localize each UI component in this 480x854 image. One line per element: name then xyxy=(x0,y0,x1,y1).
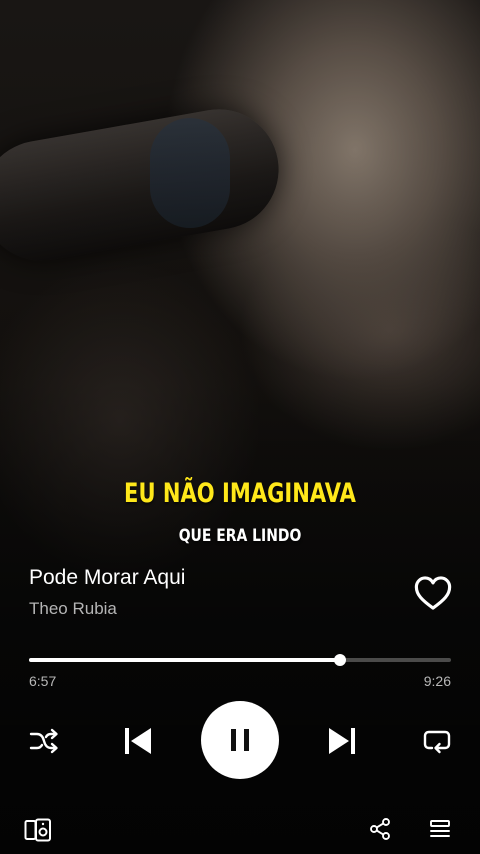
pause-icon xyxy=(231,729,249,751)
shuffle-button[interactable] xyxy=(24,721,64,761)
like-button[interactable] xyxy=(412,572,454,614)
time-total: 9:26 xyxy=(423,673,451,689)
connect-device-icon xyxy=(24,818,51,842)
lyric-next-line: QUE ERA LINDO xyxy=(178,526,302,546)
track-title[interactable]: Pode Morar Aqui xyxy=(29,566,185,590)
share-icon xyxy=(370,818,390,840)
queue-button[interactable] xyxy=(424,813,456,845)
play-pause-button[interactable] xyxy=(201,701,279,779)
heart-icon xyxy=(414,576,452,610)
repeat-icon xyxy=(423,730,451,754)
lyric-current-line: EU NÃO IMAGINAVA xyxy=(124,478,356,509)
shuffle-icon xyxy=(29,728,58,754)
skip-previous-icon xyxy=(125,728,151,754)
next-button[interactable] xyxy=(320,719,364,763)
progress-thumb[interactable] xyxy=(334,654,346,666)
previous-button[interactable] xyxy=(116,719,160,763)
connect-device-button[interactable] xyxy=(21,813,55,847)
share-button[interactable] xyxy=(364,813,396,845)
repeat-button[interactable] xyxy=(417,721,457,761)
skip-next-icon xyxy=(329,728,355,754)
time-elapsed: 6:57 xyxy=(29,673,57,689)
progress-bar[interactable] xyxy=(29,654,451,666)
queue-icon xyxy=(430,820,450,837)
progress-fill xyxy=(29,658,340,662)
track-artist[interactable]: Theo Rubia xyxy=(29,599,117,619)
now-playing-screen: EU NÃO IMAGINAVA QUE ERA LINDO Pode Mora… xyxy=(0,0,480,854)
